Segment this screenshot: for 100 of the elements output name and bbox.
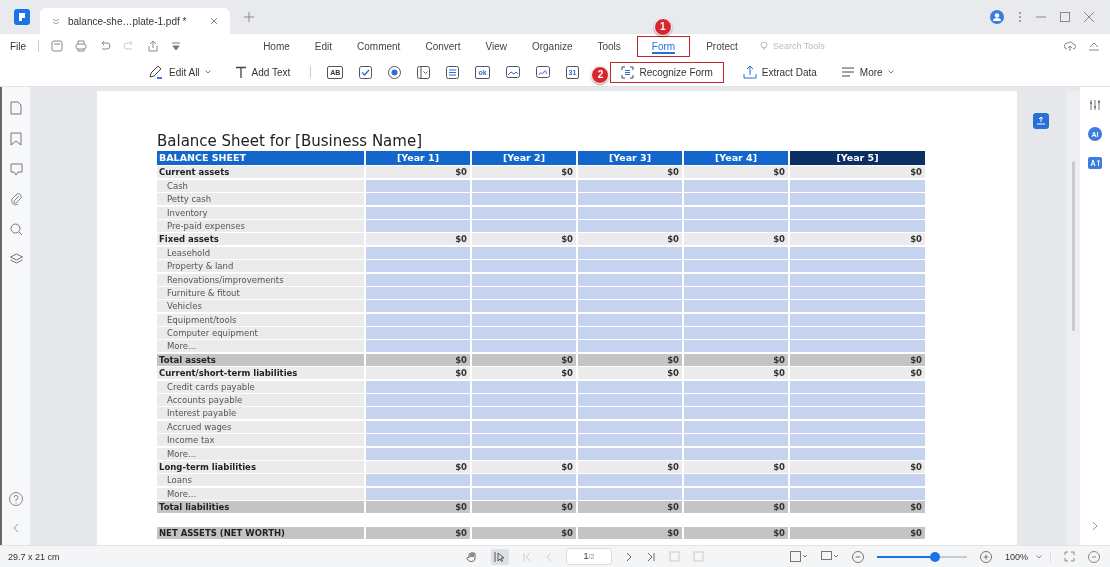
form-field[interactable] [366,313,470,326]
form-field[interactable] [366,340,470,353]
form-field[interactable] [578,193,682,206]
new-tab-icon[interactable] [244,12,254,22]
zoom-in-icon[interactable] [979,550,992,563]
form-field[interactable] [366,260,470,273]
form-field[interactable] [578,394,682,407]
page-layout-icon[interactable] [789,551,808,562]
form-field[interactable] [790,434,925,447]
form-field[interactable] [790,340,925,353]
form-field[interactable] [578,179,682,192]
undo-icon[interactable] [99,40,112,52]
menu-tab[interactable]: Form [637,36,690,56]
form-field[interactable] [684,273,788,286]
form-field[interactable] [472,487,576,500]
zoom-out-icon[interactable] [851,550,864,563]
form-field[interactable] [684,246,788,259]
form-field[interactable] [684,340,788,353]
form-field[interactable] [684,286,788,299]
form-field[interactable] [366,434,470,447]
form-field[interactable] [790,193,925,206]
form-field[interactable] [790,447,925,460]
form-field[interactable] [366,420,470,433]
search-icon[interactable] [9,223,23,236]
form-field[interactable] [472,246,576,259]
document-tab[interactable]: balance-she…plate-1.pdf * [40,8,230,34]
form-field[interactable] [684,313,788,326]
hand-icon[interactable] [465,550,478,563]
form-field[interactable] [790,300,925,313]
comment-icon[interactable] [9,163,23,176]
form-field[interactable] [684,300,788,313]
form-field[interactable] [366,447,470,460]
form-field[interactable] [472,474,576,487]
form-field[interactable] [366,407,470,420]
add-text-button[interactable]: Add Text [230,63,295,81]
close-icon[interactable] [1084,12,1094,22]
form-field[interactable] [472,434,576,447]
form-field[interactable] [578,327,682,340]
form-field[interactable] [472,273,576,286]
form-field[interactable] [472,394,576,407]
form-field[interactable] [684,394,788,407]
form-field[interactable] [790,327,925,340]
form-field[interactable] [366,394,470,407]
form-field[interactable] [472,300,576,313]
form-field[interactable] [790,260,925,273]
expand-panel-icon[interactable] [1091,521,1099,531]
form-field[interactable] [684,420,788,433]
form-field[interactable] [790,313,925,326]
form-field-tool[interactable] [505,66,520,78]
form-field[interactable] [578,434,682,447]
help-icon[interactable] [9,492,23,506]
form-field-tool[interactable] [388,65,402,79]
form-field[interactable] [472,193,576,206]
form-field[interactable] [472,327,576,340]
form-field[interactable] [790,219,925,232]
view-mode-icon[interactable] [820,551,839,562]
form-field[interactable] [472,286,576,299]
menu-tab[interactable]: Edit [306,36,341,56]
form-field[interactable] [472,179,576,192]
form-field[interactable] [790,273,925,286]
paperclip-icon[interactable] [9,193,23,206]
bookmark-icon[interactable] [10,132,22,146]
form-field[interactable] [578,407,682,420]
form-field[interactable] [684,434,788,447]
form-field[interactable] [366,193,470,206]
cloud-upload-icon[interactable] [1064,40,1076,52]
share-icon[interactable] [147,40,160,52]
form-field[interactable] [684,407,788,420]
form-field[interactable] [578,380,682,393]
form-field[interactable] [578,206,682,219]
form-field[interactable] [790,380,925,393]
print-icon[interactable] [75,40,88,52]
form-field[interactable] [684,447,788,460]
zoom-dropdown[interactable]: 100% [1004,551,1051,562]
form-field[interactable] [684,487,788,500]
form-field[interactable] [790,286,925,299]
form-field[interactable] [790,246,925,259]
more-options-icon[interactable] [1018,11,1022,23]
form-field[interactable] [578,219,682,232]
form-field[interactable] [578,420,682,433]
menu-tab[interactable]: Tools [589,36,629,56]
form-field-tool[interactable] [446,65,460,79]
maximize-icon[interactable] [1060,12,1070,22]
translate-icon[interactable] [1088,157,1102,169]
next-page-icon[interactable] [624,551,633,562]
form-field[interactable] [472,219,576,232]
form-field[interactable] [366,474,470,487]
menu-tab[interactable]: Home [255,36,298,56]
fit-page-icon[interactable] [1064,551,1075,562]
form-field-tool[interactable] [417,65,431,79]
extract-data-button[interactable]: Extract Data [738,62,821,82]
form-field[interactable] [578,273,682,286]
settings-sliders-icon[interactable] [1089,99,1101,111]
form-field[interactable] [684,260,788,273]
form-field-tool[interactable] [359,65,373,79]
form-field[interactable] [472,206,576,219]
form-field[interactable] [684,219,788,232]
form-field[interactable] [472,420,576,433]
save-icon[interactable] [51,40,64,52]
menu-tab[interactable]: Comment [349,36,409,56]
